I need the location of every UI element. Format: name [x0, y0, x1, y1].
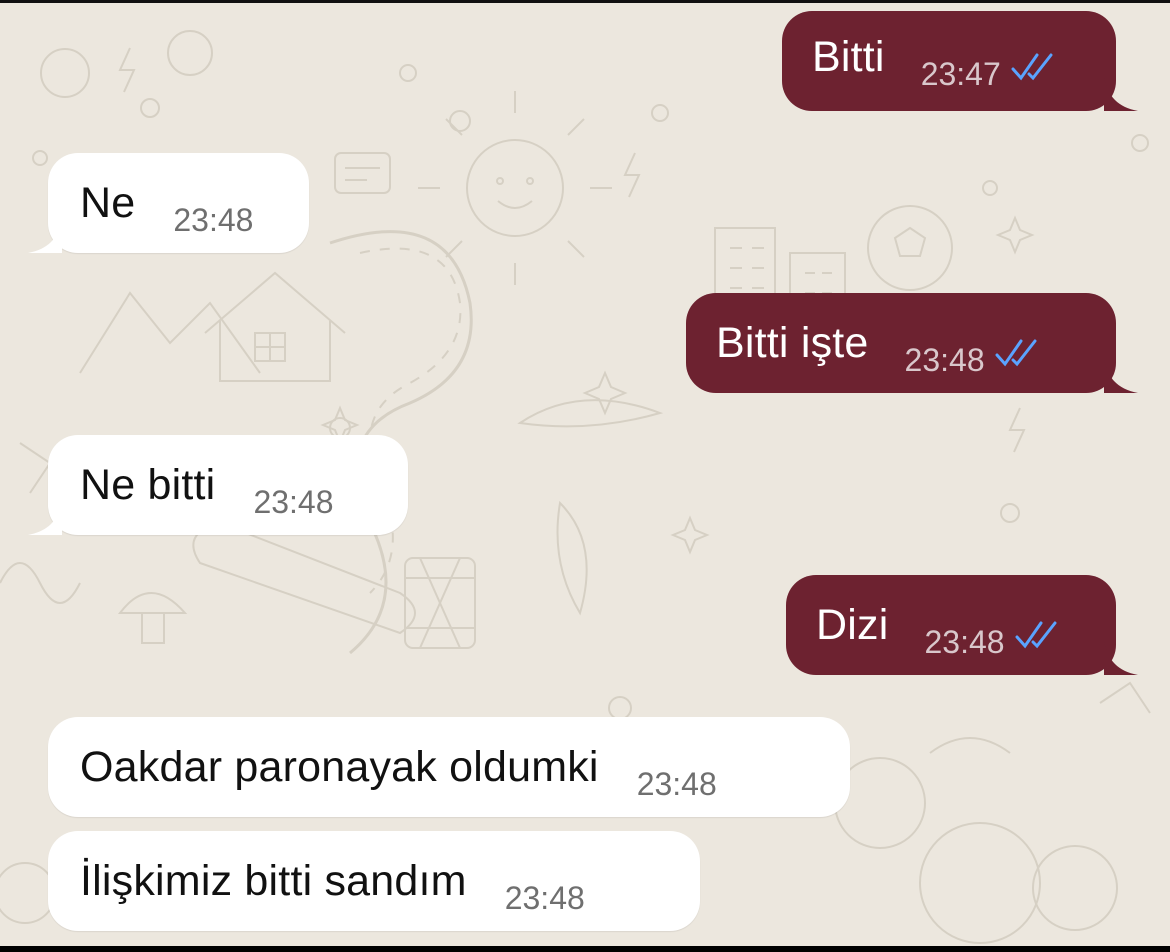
message-bubble-outgoing[interactable]: Bitti işte 23:48 — [686, 293, 1138, 393]
read-receipt-icon — [1015, 621, 1057, 649]
bubble-tail — [1104, 77, 1138, 111]
message-bubble-incoming[interactable]: Ne bitti 23:48 — [28, 435, 408, 535]
read-receipt-icon — [995, 339, 1037, 367]
bubble-tail — [28, 219, 62, 253]
chat-window: Bitti 23:47 Ne 23:48 Bitti işte 23:48 Ne… — [0, 0, 1170, 946]
message-timestamp: 23:48 — [253, 484, 334, 520]
message-bubble-outgoing[interactable]: Dizi 23:48 — [786, 575, 1138, 675]
message-text: İlişkimiz bitti sandım — [80, 857, 467, 905]
message-bubble-incoming[interactable]: İlişkimiz bitti sandım 23:48 — [48, 831, 700, 931]
house-doodle — [79, 271, 346, 382]
message-text: Ne — [80, 179, 136, 227]
bubble-tail — [28, 501, 62, 535]
message-text: Dizi — [816, 601, 889, 649]
message-bubble-incoming[interactable]: Oakdar paronayak oldumki 23:48 — [48, 717, 850, 817]
message-timestamp: 23:48 — [636, 766, 717, 802]
message-text: Ne bitti — [80, 461, 216, 509]
read-receipt-icon — [1011, 53, 1053, 81]
message-bubble-incoming[interactable]: Ne 23:48 — [28, 153, 309, 253]
message-bubble-outgoing[interactable]: Bitti 23:47 — [782, 11, 1138, 111]
message-timestamp: 23:48 — [924, 624, 1005, 660]
bubble-tail — [1104, 359, 1138, 393]
message-timestamp: 23:48 — [904, 342, 985, 378]
message-text: Bitti işte — [716, 319, 869, 367]
message-text: Bitti — [812, 33, 885, 81]
message-timestamp: 23:48 — [504, 880, 585, 916]
message-timestamp: 23:48 — [173, 202, 254, 238]
message-text: Oakdar paronayak oldumki — [80, 743, 599, 791]
bubble-tail — [1104, 641, 1138, 675]
message-timestamp: 23:47 — [920, 56, 1001, 92]
sun-doodle — [418, 91, 612, 285]
